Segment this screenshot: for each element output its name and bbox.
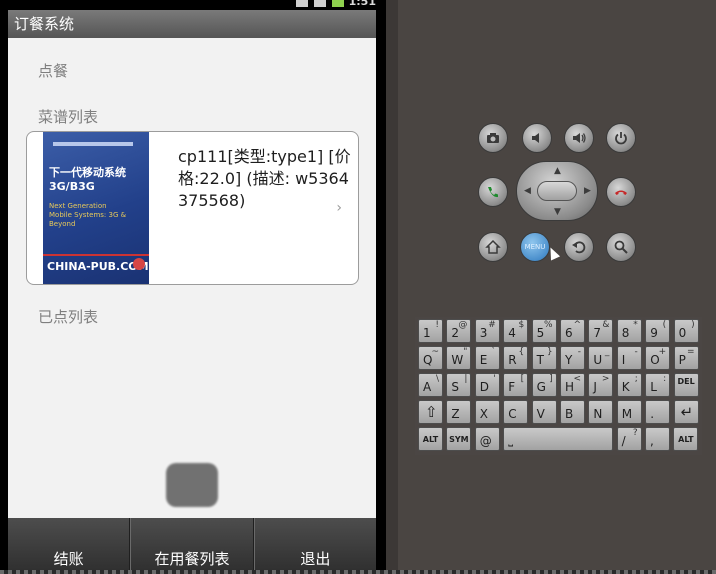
key-sym[interactable]: SYM	[446, 427, 472, 451]
dining-list-button[interactable]: 在用餐列表	[130, 518, 254, 574]
key-k[interactable]: K;	[616, 373, 642, 397]
key-8[interactable]: 8 *	[616, 319, 642, 343]
dpad-up-icon[interactable]: ▲	[554, 166, 561, 176]
key-l[interactable]: L:	[645, 373, 671, 397]
dpad-right-icon[interactable]: ▶	[584, 186, 591, 196]
key-shift[interactable]: ⇧	[418, 400, 443, 424]
signal-icon	[332, 0, 344, 7]
end-call-icon[interactable]	[606, 177, 636, 207]
emulator-window: 1:51 订餐系统 点餐 菜谱列表 下一代移动系统 3G/B3G Next Ge…	[0, 0, 716, 574]
status-bar: 1:51	[0, 0, 386, 10]
key-p[interactable]: P =	[673, 346, 699, 370]
floating-button[interactable]	[166, 463, 218, 507]
key-x[interactable]: X	[474, 400, 500, 424]
panel-divider	[386, 0, 398, 574]
key-0[interactable]: 0)	[673, 319, 699, 343]
key-i[interactable]: I-	[616, 346, 642, 370]
key-space[interactable]: ⎵	[503, 427, 614, 451]
order-section-label: 点餐	[38, 62, 69, 80]
key-q[interactable]: Q ~	[418, 346, 443, 370]
cover-series-strip	[53, 142, 133, 146]
menu-list-item[interactable]: 下一代移动系统 3G/B3G Next Generation Mobile Sy…	[26, 131, 359, 285]
camera-icon[interactable]	[478, 123, 508, 153]
key-v[interactable]: V	[531, 400, 557, 424]
key-s[interactable]: S |	[446, 373, 472, 397]
dpad-down-icon[interactable]: ▼	[554, 207, 561, 217]
mouse-cursor-icon	[545, 245, 561, 261]
usb-icon	[296, 0, 308, 7]
key-n[interactable]: N	[588, 400, 614, 424]
key-g[interactable]: G]	[531, 373, 557, 397]
key-at[interactable]: @	[474, 427, 500, 451]
key-r[interactable]: R{	[503, 346, 529, 370]
key-comma[interactable]: ,	[645, 427, 670, 451]
checkout-button[interactable]: 结账	[8, 518, 131, 574]
cover-rule	[43, 254, 149, 256]
key-d[interactable]: D '	[474, 373, 500, 397]
bottom-edge-strip	[0, 570, 716, 574]
power-icon[interactable]	[606, 123, 636, 153]
call-icon[interactable]	[478, 177, 508, 207]
key-j[interactable]: J >	[588, 373, 614, 397]
hardware-keyboard: 1! 2 @3 #4 $5% 6 ^ 7 & 8 * 9(0) Q ~ W " E ` R{T} Y - U _ I - O + P =…	[415, 317, 702, 455]
app-content: 点餐 菜谱列表 下一代移动系统 3G/B3G Next Generation M…	[8, 38, 376, 518]
key-3[interactable]: 3 #	[474, 319, 500, 343]
phone-screen: 1:51 订餐系统 点餐 菜谱列表 下一代移动系统 3G/B3G Next Ge…	[0, 0, 386, 574]
key-.[interactable]: .	[645, 400, 671, 424]
key-f[interactable]: F[	[503, 373, 529, 397]
publisher-mark-icon	[133, 258, 145, 270]
dish-description: cp111[类型:type1] [价格:22.0] (描述: w53643755…	[178, 147, 351, 210]
volume-up-icon[interactable]	[564, 123, 594, 153]
back-icon[interactable]	[564, 232, 594, 262]
dpad-center-button[interactable]	[537, 181, 577, 201]
menu-button[interactable]: MENU	[520, 232, 550, 262]
key-5[interactable]: 5%	[531, 319, 557, 343]
key-4[interactable]: 4 $	[503, 319, 529, 343]
status-time: 1:51	[348, 0, 376, 8]
key-6[interactable]: 6 ^	[560, 319, 585, 343]
key-c[interactable]: C	[503, 400, 529, 424]
menu-section-label: 菜谱列表	[38, 108, 99, 126]
key-slash[interactable]: /?	[616, 427, 642, 451]
key-z[interactable]: Z	[446, 400, 472, 424]
key-del[interactable]: DEL	[673, 373, 699, 397]
key-9[interactable]: 9(	[645, 319, 671, 343]
key-u[interactable]: U _	[588, 346, 614, 370]
exit-button[interactable]: 退出	[253, 518, 376, 574]
dpad-left-icon[interactable]: ◀	[524, 186, 531, 196]
key-alt-left[interactable]: ALT	[418, 427, 443, 451]
key-h[interactable]: H <	[560, 373, 585, 397]
cover-title: 下一代移动系统 3G/B3G	[49, 166, 126, 193]
key-enter[interactable]: ↵	[673, 400, 699, 424]
bottom-action-bar: 结账 在用餐列表 退出	[8, 518, 376, 574]
app-title-bar: 订餐系统	[8, 10, 376, 38]
chevron-right-icon: ›	[336, 200, 342, 216]
key-m[interactable]: M	[616, 400, 642, 424]
home-icon[interactable]	[478, 232, 508, 262]
key-alt-right[interactable]: ALT	[673, 427, 699, 451]
key-o[interactable]: O +	[645, 346, 671, 370]
key-7[interactable]: 7 &	[588, 319, 614, 343]
ordered-section-label: 已点列表	[38, 308, 99, 326]
status-icons	[296, 0, 344, 7]
key-b[interactable]: B	[560, 400, 585, 424]
dish-image: 下一代移动系统 3G/B3G Next Generation Mobile Sy…	[43, 132, 149, 284]
dpad[interactable]: ▲ ▼ ◀ ▶	[516, 161, 598, 221]
key-y[interactable]: Y-	[560, 346, 585, 370]
search-icon[interactable]	[606, 232, 636, 262]
key-t[interactable]: T}	[531, 346, 557, 370]
key-e[interactable]: E `	[474, 346, 500, 370]
key-a[interactable]: A \	[418, 373, 443, 397]
key-w[interactable]: W "	[446, 346, 472, 370]
debug-icon	[314, 0, 326, 7]
volume-down-icon[interactable]	[522, 123, 552, 153]
key-2[interactable]: 2 @	[446, 319, 472, 343]
cover-subtitle: Next Generation Mobile Systems: 3G & Bey…	[49, 202, 127, 228]
key-1[interactable]: 1!	[418, 319, 443, 343]
